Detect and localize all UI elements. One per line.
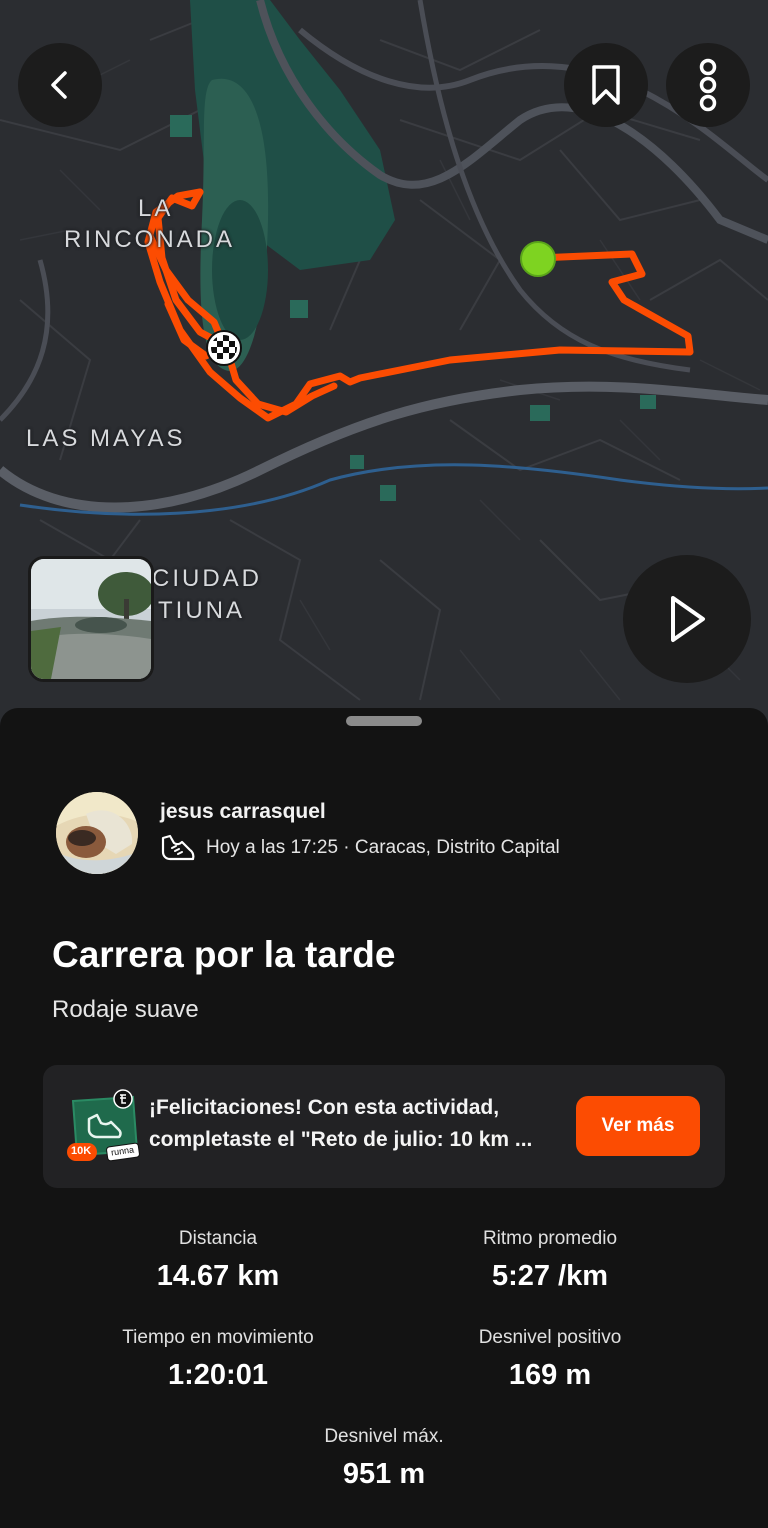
activity-time-location: Hoy a las 17:25 · Caracas, Distrito Capi… bbox=[206, 837, 560, 858]
sheet-drag-handle[interactable] bbox=[346, 716, 422, 726]
route-map[interactable]: LA RINCONADA LAS MAYAS CIUDAD TIUNA bbox=[0, 0, 768, 740]
stat-label: Distancia bbox=[178, 1228, 258, 1249]
activity-description: Rodaje suave bbox=[52, 996, 199, 1023]
avatar[interactable] bbox=[56, 792, 138, 874]
stat-value: 1:20:01 bbox=[168, 1359, 268, 1391]
activity-meta: Hoy a las 17:25 · Caracas, Distrito Capi… bbox=[160, 832, 560, 864]
play-button[interactable] bbox=[623, 555, 751, 683]
stat-value: 169 m bbox=[508, 1359, 592, 1391]
play-icon bbox=[671, 596, 705, 642]
stat-value: 951 m bbox=[342, 1458, 426, 1490]
map-label-ciudad: CIUDAD bbox=[152, 565, 263, 592]
challenge-message-line-1: ¡Felicitaciones! Con esta actividad, bbox=[149, 1096, 500, 1119]
more-options-button[interactable] bbox=[666, 43, 750, 127]
back-button[interactable] bbox=[18, 43, 102, 127]
challenge-badge-icon: 10K runna bbox=[67, 1089, 143, 1165]
running-shoe-icon bbox=[161, 834, 195, 861]
start-marker bbox=[520, 241, 556, 277]
photo-thumbnail[interactable] bbox=[28, 556, 154, 682]
stat-label: Desnivel positivo bbox=[478, 1327, 622, 1348]
activity-details-sheet: jesus carrasquel Hoy a las 17:25 · Carac… bbox=[0, 708, 768, 1528]
see-more-button[interactable]: Ver más bbox=[576, 1096, 700, 1156]
activity-title: Carrera por la tarde bbox=[52, 934, 396, 975]
stat-moving-time: Tiempo en movimiento 1:20:01 bbox=[68, 1327, 368, 1392]
stat-label: Ritmo promedio bbox=[482, 1228, 618, 1249]
map-label-las-mayas: LAS MAYAS bbox=[26, 425, 186, 452]
stat-value: 5:27 /km bbox=[491, 1260, 609, 1292]
challenge-message-line-2: completaste el "Reto de julio: 10 km ... bbox=[149, 1128, 533, 1151]
bookmark-button[interactable] bbox=[564, 43, 648, 127]
challenge-message: ¡Felicitaciones! Con esta actividad, com… bbox=[149, 1092, 563, 1156]
checkered-flag-icon bbox=[206, 330, 242, 366]
stat-distance: Distancia 14.67 km bbox=[68, 1228, 368, 1293]
stat-label: Desnivel máx. bbox=[324, 1426, 444, 1447]
avatar-photo bbox=[56, 792, 138, 874]
stat-max-elevation: Desnivel máx. 951 m bbox=[234, 1426, 534, 1491]
athlete-name[interactable]: jesus carrasquel bbox=[160, 800, 326, 824]
stat-label: Tiempo en movimiento bbox=[122, 1327, 314, 1348]
chevron-left-icon bbox=[51, 71, 67, 99]
bookmark-icon bbox=[592, 65, 620, 105]
map-label-rinconada: RINCONADA bbox=[64, 226, 236, 253]
photo-image bbox=[31, 559, 151, 679]
more-vertical-icon bbox=[699, 58, 717, 112]
map-label-tiuna: TIUNA bbox=[158, 597, 245, 624]
map-label-la: LA bbox=[138, 195, 174, 222]
stat-value: 14.67 km bbox=[156, 1260, 280, 1292]
stat-elevation-gain: Desnivel positivo 169 m bbox=[400, 1327, 700, 1392]
challenge-banner[interactable]: 10K runna ¡Felicitaciones! Con esta acti… bbox=[43, 1065, 725, 1188]
stat-pace: Ritmo promedio 5:27 /km bbox=[400, 1228, 700, 1293]
badge-10k-label: 10K bbox=[71, 1145, 92, 1157]
